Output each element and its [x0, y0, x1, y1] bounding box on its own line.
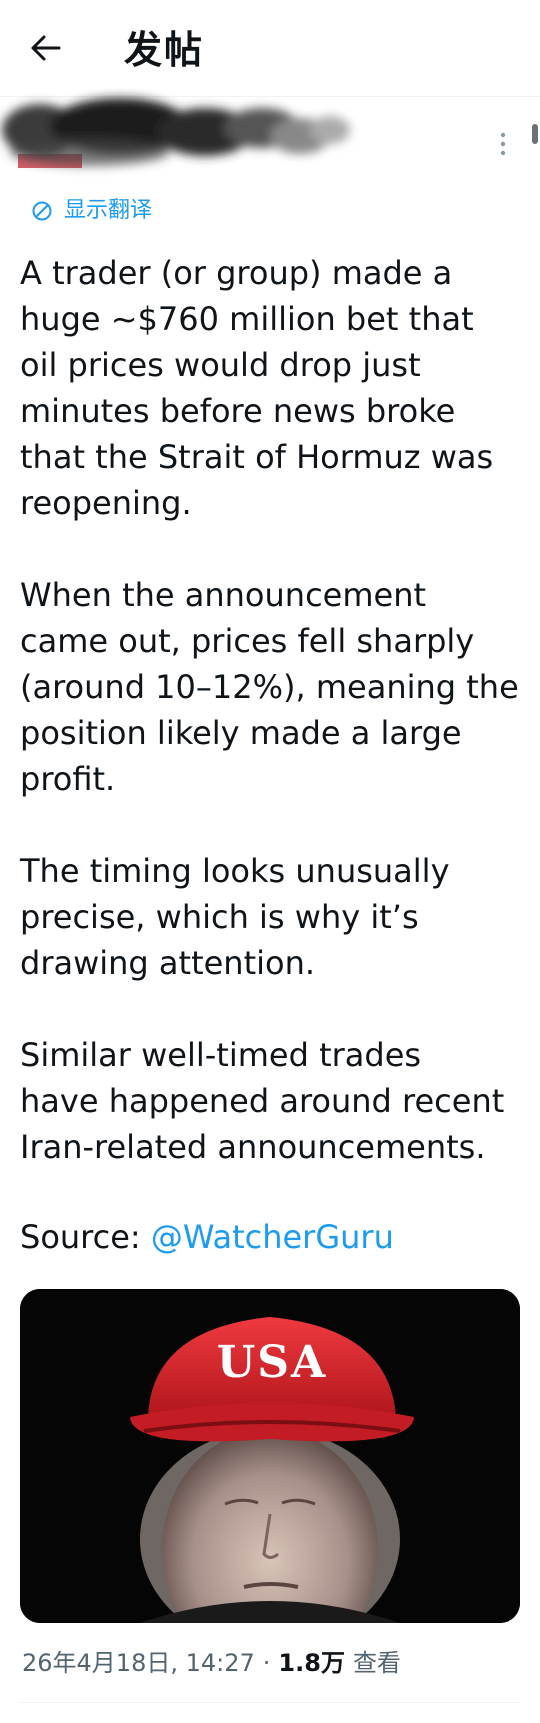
- meta-divider: [20, 1702, 520, 1703]
- post-image[interactable]: USA: [20, 1289, 520, 1623]
- source-label: Source:: [20, 1218, 151, 1256]
- more-vertical-icon: [500, 132, 506, 156]
- arrow-left-icon: [31, 35, 61, 61]
- hat-text: USA: [217, 1337, 327, 1388]
- views-count: 1.8万: [278, 1649, 345, 1677]
- more-options-button[interactable]: [494, 130, 512, 158]
- post-timestamp: 26年4月18日, 14:27: [22, 1649, 255, 1677]
- back-button[interactable]: [26, 28, 66, 68]
- post-body-text: A trader (or group) made a huge ~$760 mi…: [20, 254, 519, 1166]
- source-mention-link[interactable]: @WatcherGuru: [151, 1218, 394, 1256]
- show-translation-label: 显示翻译: [64, 198, 153, 223]
- post-meta: 26年4月18日, 14:27 · 1.8万 查看: [22, 1646, 401, 1680]
- portrait-photo: USA: [20, 1289, 520, 1623]
- translate-icon: [32, 201, 52, 221]
- page-title: 发帖: [124, 28, 205, 72]
- show-translation-link[interactable]: 显示翻译: [30, 196, 152, 226]
- scrollbar-thumb[interactable]: [532, 124, 538, 144]
- post-source-line: Source: @WatcherGuru: [20, 1214, 394, 1260]
- views-label: 查看: [352, 1649, 401, 1677]
- top-bar: 发帖: [0, 0, 540, 96]
- redacted-author-info: [0, 88, 360, 192]
- meta-separator: ·: [262, 1649, 271, 1677]
